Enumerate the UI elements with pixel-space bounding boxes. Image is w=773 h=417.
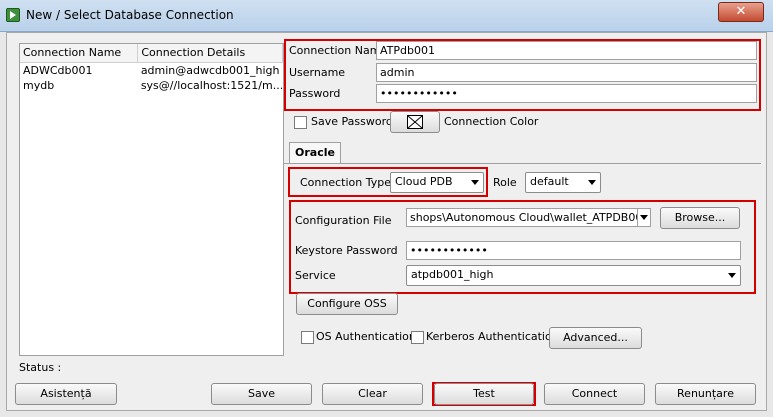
status-label: Status : [19, 361, 62, 374]
window-title: New / Select Database Connection [26, 8, 234, 22]
configuration-file-dropdown[interactable] [637, 209, 650, 226]
configuration-file-label: Configuration File [295, 214, 392, 227]
advanced-button[interactable]: Advanced... [549, 327, 642, 349]
connection-details-cell: admin@adwcdb001_high [140, 63, 280, 77]
cancel-button[interactable]: Renunțare [655, 383, 756, 405]
connection-type-label: Connection Type [300, 176, 392, 189]
connection-name-cell: mydb [23, 78, 55, 92]
connection-details-cell: sys@//localhost:1521/m... [140, 78, 283, 92]
service-select[interactable]: atpdb001_high [406, 265, 741, 286]
keystore-password-field[interactable]: •••••••••••• [406, 241, 741, 260]
os-authentication-checkbox[interactable] [301, 331, 314, 344]
kerberos-authentication-label: Kerberos Authentication [426, 330, 559, 343]
title-bar: New / Select Database Connection ✕ [0, 0, 773, 32]
configuration-file-value: shops\Autonomous Cloud\wallet_ATPDB001.z… [410, 211, 651, 224]
service-label: Service [295, 269, 336, 282]
connection-table: Connection Name Connection Details ADWCd… [20, 44, 283, 93]
role-value: default [530, 175, 569, 188]
configuration-file-field[interactable]: shops\Autonomous Cloud\wallet_ATPDB001.z… [406, 208, 651, 227]
chevron-down-icon [471, 180, 479, 185]
tab-divider [283, 163, 761, 164]
chevron-down-icon [728, 273, 736, 278]
help-button[interactable]: Asistență [15, 383, 117, 405]
close-button[interactable]: ✕ [718, 2, 764, 22]
app-icon [6, 8, 20, 22]
password-label: Password [289, 87, 341, 100]
connect-button[interactable]: Connect [544, 383, 645, 405]
configure-oss-button[interactable]: Configure OSS [296, 293, 398, 315]
username-label: Username [289, 66, 346, 79]
clear-button[interactable]: Clear [322, 383, 423, 405]
browse-button[interactable]: Browse... [660, 207, 740, 229]
save-button[interactable]: Save [211, 383, 312, 405]
table-row[interactable]: mydb sys@//localhost:1521/m... [20, 78, 283, 93]
table-row[interactable]: ADWCdb001 admin@adwcdb001_high [20, 62, 283, 78]
tab-oracle[interactable]: Oracle [289, 142, 341, 164]
password-field[interactable]: •••••••••••• [376, 84, 757, 103]
kerberos-authentication-checkbox[interactable] [411, 331, 424, 344]
save-password-label: Save Password [311, 115, 393, 128]
connection-color-label: Connection Color [444, 115, 539, 128]
save-password-checkbox[interactable] [294, 116, 307, 129]
role-label: Role [493, 176, 517, 189]
chevron-down-icon [588, 180, 596, 185]
role-select[interactable]: default [525, 172, 601, 193]
connection-name-label: Connection Name [289, 44, 388, 57]
connection-type-value: Cloud PDB [395, 175, 453, 188]
test-button[interactable]: Test [434, 383, 534, 405]
keystore-password-label: Keystore Password [295, 244, 398, 257]
chevron-down-icon [640, 215, 648, 220]
column-header-connection-details[interactable]: Connection Details [137, 44, 283, 63]
connection-type-select[interactable]: Cloud PDB [390, 172, 484, 193]
column-header-connection-name[interactable]: Connection Name [20, 44, 139, 63]
color-swatch-icon [407, 115, 423, 129]
connection-color-button[interactable] [390, 111, 440, 133]
connection-name-field[interactable]: ATPdb001 [376, 41, 757, 60]
connection-list[interactable]: Connection Name Connection Details ADWCd… [19, 43, 284, 356]
service-value: atpdb001_high [411, 268, 494, 281]
username-field[interactable]: admin [376, 63, 757, 82]
connection-name-cell: ADWCdb001 [23, 63, 93, 77]
os-authentication-label: OS Authentication [316, 330, 416, 343]
